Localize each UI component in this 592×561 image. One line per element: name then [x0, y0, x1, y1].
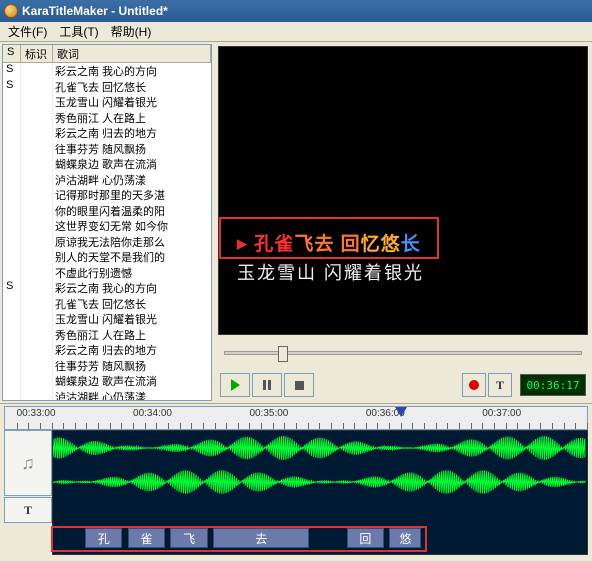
stop-button[interactable]	[284, 373, 314, 397]
text-track-icon: T	[24, 503, 32, 518]
play-icon	[231, 379, 240, 391]
text-track-header[interactable]: T	[4, 497, 52, 523]
list-row-s[interactable]	[3, 311, 20, 327]
timecode-display: 00:36:17	[520, 374, 586, 396]
col-header-s[interactable]: S	[3, 45, 21, 62]
list-row-lyric[interactable]: 玉龙雪山 闪耀着银光	[53, 94, 211, 110]
menu-bar: 文件(F) 工具(T) 帮助(H)	[0, 22, 592, 42]
list-row-lyric[interactable]: 不虚此行别遗憾	[53, 265, 211, 281]
list-row-lyric[interactable]: 彩云之南 归去的地方	[53, 125, 211, 141]
list-row-s[interactable]: S	[3, 79, 20, 95]
seek-thumb[interactable]	[278, 346, 288, 362]
ruler-mark: 00:34:00	[133, 408, 172, 419]
pause-icon	[263, 380, 271, 390]
list-row-lyric[interactable]: 泸沽湖畔 心仍荡漾	[53, 172, 211, 188]
video-preview: ▶ 孔雀飞去 回忆悠长 玉龙雪山 闪耀着银光	[218, 46, 588, 335]
list-row-s[interactable]	[3, 218, 20, 234]
list-row-s[interactable]	[3, 125, 20, 141]
lyric-segment[interactable]: 雀	[128, 528, 165, 548]
list-row-s[interactable]	[3, 373, 20, 389]
list-header: S 标识 歌词	[3, 45, 211, 63]
music-note-icon: ♫	[21, 453, 35, 474]
list-row-lyric[interactable]: 秀色丽江 人在路上	[53, 110, 211, 126]
list-row-lyric[interactable]: 秀色丽江 人在路上	[53, 327, 211, 343]
list-row-s[interactable]	[3, 389, 20, 401]
list-row-lyric[interactable]: 原谅我无法陪你走那么	[53, 234, 211, 250]
ruler-mark: 00:35:00	[249, 408, 288, 419]
list-row-lyric[interactable]: 彩云之南 我心的方向	[53, 63, 211, 79]
record-icon	[469, 380, 479, 390]
list-row-s[interactable]	[3, 94, 20, 110]
text-mode-button[interactable]: T	[488, 373, 512, 397]
list-row-lyric[interactable]: 往事芬芳 随风飘扬	[53, 358, 211, 374]
list-row-s[interactable]	[3, 187, 20, 203]
lyric-segment[interactable]: 飞	[170, 528, 207, 548]
col-header-tag[interactable]: 标识	[21, 45, 53, 62]
list-row-lyric[interactable]: 蝴蝶泉边 歌声在流淌	[53, 373, 211, 389]
window-title: KaraTitleMaker - Untitled*	[22, 4, 168, 18]
time-ruler[interactable]: 00:33:0000:34:0000:35:0000:36:0000:37:00	[4, 406, 588, 430]
record-button[interactable]	[462, 373, 486, 397]
menu-file[interactable]: 文件(F)	[4, 22, 51, 41]
list-row-s[interactable]	[3, 358, 20, 374]
track-gutter: ♫ T	[4, 430, 52, 555]
play-button[interactable]	[220, 373, 250, 397]
list-row-s[interactable]: S	[3, 280, 20, 296]
list-row-lyric[interactable]: 泸沽湖畔 心仍荡漾	[53, 389, 211, 401]
seek-slider-row	[218, 339, 588, 367]
list-row-lyric[interactable]: 别人的天堂不是我们的	[53, 249, 211, 265]
list-row-lyric[interactable]: 玉龙雪山 闪耀着银光	[53, 311, 211, 327]
lyric-segment[interactable]: 回	[347, 528, 384, 548]
list-row-s[interactable]	[3, 156, 20, 172]
list-row-s[interactable]	[3, 172, 20, 188]
marker-icon: ▶	[237, 236, 248, 251]
text-segment-track[interactable]: 孔雀飞去 回悠	[53, 528, 587, 550]
waveform-area[interactable]: 孔雀飞去 回悠	[52, 430, 588, 555]
seek-slider[interactable]	[224, 351, 582, 355]
waveform-channel-1	[53, 433, 587, 463]
app-icon	[4, 4, 18, 18]
list-row-s[interactable]	[3, 141, 20, 157]
ruler-mark: 00:37:00	[482, 408, 521, 419]
list-row-lyric[interactable]: 彩云之南 归去的地方	[53, 342, 211, 358]
list-row-lyric[interactable]: 孔雀飞去 回忆悠长	[53, 296, 211, 312]
list-row-lyric[interactable]: 你的眼里闪着温柔的阳	[53, 203, 211, 219]
lyric-segment[interactable]: 孔	[85, 528, 122, 548]
transport-controls: T 00:36:17	[218, 371, 588, 399]
list-row-lyric[interactable]: 蝴蝶泉边 歌声在流淌	[53, 156, 211, 172]
list-row-s[interactable]	[3, 203, 20, 219]
list-row-lyric[interactable]: 这世界变幻无常 如今你	[53, 218, 211, 234]
timeline-panel: 00:33:0000:34:0000:35:0000:36:0000:37:00…	[0, 404, 592, 559]
audio-track-header[interactable]: ♫	[4, 430, 52, 496]
stop-icon	[295, 381, 304, 390]
list-row-s[interactable]	[3, 110, 20, 126]
lyrics-list-panel: S 标识 歌词 SSS 彩云之南 我心的方向孔雀飞去 回忆悠长玉龙雪山 闪耀着银…	[2, 44, 212, 401]
list-row-lyric[interactable]: 记得那时那里的天多湛	[53, 187, 211, 203]
list-row-s[interactable]: S	[3, 63, 20, 79]
title-bar: KaraTitleMaker - Untitled*	[0, 0, 592, 22]
lyric-segment[interactable]: 悠	[389, 528, 421, 548]
waveform-channel-2	[53, 467, 587, 497]
pause-button[interactable]	[252, 373, 282, 397]
menu-tools[interactable]: 工具(T)	[55, 22, 102, 41]
list-row-s[interactable]	[3, 234, 20, 250]
list-row-s[interactable]	[3, 265, 20, 281]
lyric-segment[interactable]: 去	[213, 528, 309, 548]
list-row-lyric[interactable]: 孔雀飞去 回忆悠长	[53, 79, 211, 95]
list-row-s[interactable]	[3, 342, 20, 358]
list-row-s[interactable]	[3, 296, 20, 312]
list-row-lyric[interactable]: 往事芬芳 随风飘扬	[53, 141, 211, 157]
col-header-lyrics[interactable]: 歌词	[53, 45, 211, 62]
list-body[interactable]: SSS 彩云之南 我心的方向孔雀飞去 回忆悠长玉龙雪山 闪耀着银光秀色丽江 人在…	[3, 63, 211, 400]
playhead-icon[interactable]	[395, 407, 407, 417]
list-row-s[interactable]	[3, 327, 20, 343]
preview-panel: ▶ 孔雀飞去 回忆悠长 玉龙雪山 闪耀着银光 T 00:36:17	[214, 42, 592, 403]
list-row-s[interactable]	[3, 249, 20, 265]
text-icon: T	[496, 378, 504, 393]
karaoke-next-line: 玉龙雪山 闪耀着银光	[237, 259, 424, 285]
karaoke-current-line: ▶ 孔雀飞去 回忆悠长	[237, 229, 421, 256]
ruler-mark: 00:33:00	[17, 408, 56, 419]
menu-help[interactable]: 帮助(H)	[107, 22, 156, 41]
list-row-lyric[interactable]: 彩云之南 我心的方向	[53, 280, 211, 296]
